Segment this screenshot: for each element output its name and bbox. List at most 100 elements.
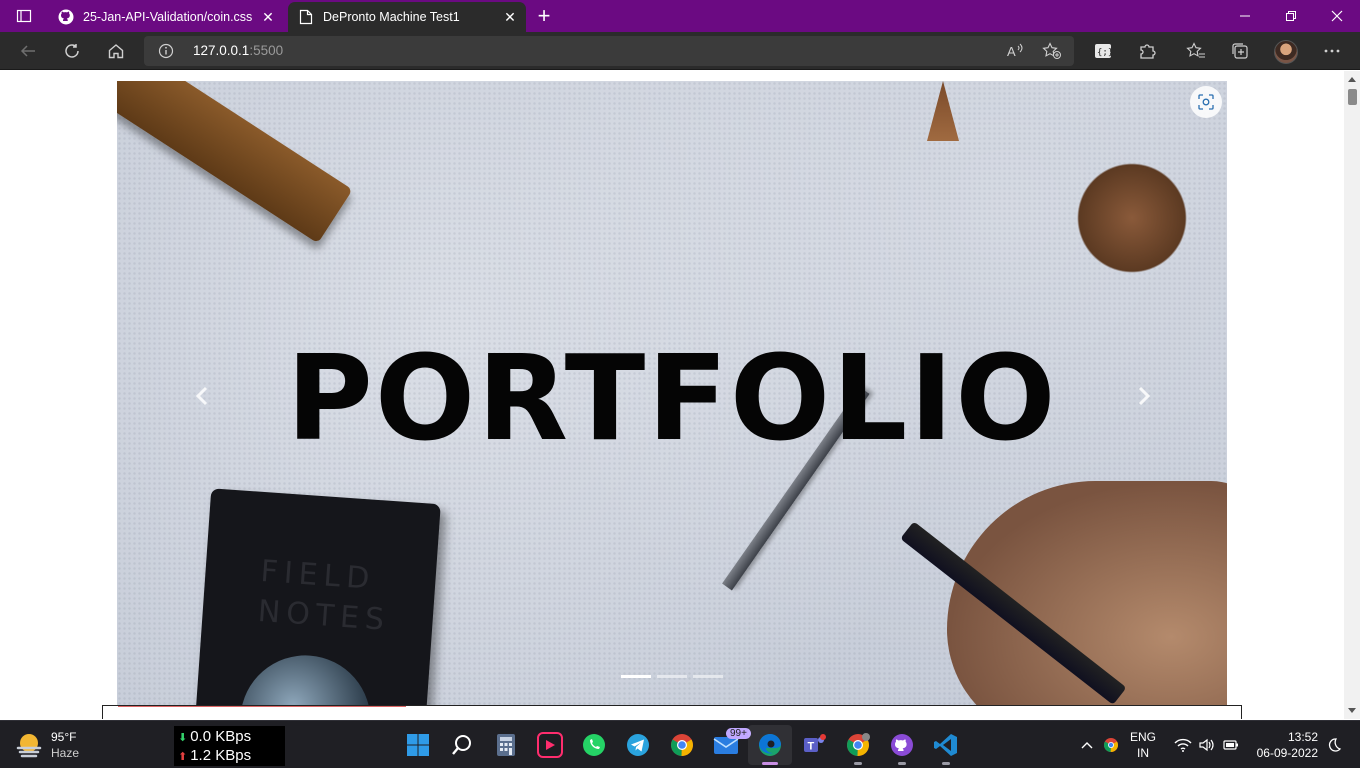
upload-arrow-icon: ⬆ [178, 751, 188, 763]
hero-carousel[interactable]: FIELD NOTES PORTFOLIO [117, 81, 1227, 705]
quick-settings-button[interactable] [1174, 721, 1240, 769]
svg-text:T: T [808, 741, 815, 753]
extensions-button[interactable] [1131, 35, 1163, 67]
telegram-app[interactable] [616, 725, 660, 765]
favorites-button[interactable] [1180, 35, 1212, 67]
scrollbar-thumb[interactable] [1348, 89, 1357, 105]
carousel-next-button[interactable] [1129, 381, 1159, 411]
puzzle-icon [1140, 44, 1156, 59]
carousel-indicators [621, 675, 723, 678]
upload-speed: 1.2 KBps [190, 747, 252, 764]
start-button[interactable] [396, 725, 440, 765]
json-extension-icon: {;} [1095, 44, 1112, 58]
chrome-profile-app[interactable] [836, 725, 880, 765]
svg-text:A: A [1007, 44, 1016, 59]
chrome-icon [671, 734, 693, 757]
settings-menu-button[interactable] [1316, 35, 1348, 67]
media-app[interactable] [528, 725, 572, 765]
teams-icon: T [804, 734, 826, 753]
running-indicator [762, 762, 778, 765]
extension-json-button[interactable]: {;} [1087, 35, 1119, 67]
chevron-up-icon [1081, 742, 1093, 749]
clock-time: 13:52 [1287, 730, 1318, 744]
running-indicator [854, 762, 862, 765]
clock-date: 06-09-2022 [1256, 746, 1318, 760]
windows-start-icon [407, 734, 429, 756]
search-button[interactable] [440, 725, 484, 765]
windows-taskbar: 95°F Haze ⬇ 0.0 KBps ⬆ 1.2 KBps 99+ T EN… [0, 720, 1360, 768]
calculator-app[interactable] [484, 725, 528, 765]
restore-button[interactable] [1268, 0, 1314, 32]
add-favorite-icon[interactable] [1042, 42, 1062, 65]
scroll-down-arrow-icon[interactable] [1348, 708, 1356, 713]
weather-widget[interactable]: 95°F Haze [14, 729, 79, 761]
chevron-left-icon [195, 386, 208, 406]
refresh-button[interactable] [56, 35, 88, 67]
content-section-box [102, 705, 1242, 719]
browser-toolbar: 127.0.0.1:5500 A {;} [0, 32, 1360, 70]
notifications-button[interactable] [1326, 721, 1342, 769]
home-button[interactable] [100, 35, 132, 67]
running-indicator [898, 762, 906, 765]
page-scrollbar[interactable] [1344, 71, 1360, 719]
show-hidden-icons-button[interactable] [1080, 721, 1094, 769]
url-host: 127.0.0.1 [193, 43, 250, 58]
site-info-icon[interactable] [158, 43, 174, 64]
close-tab-icon[interactable]: ✕ [256, 5, 280, 29]
vscode-app[interactable] [924, 725, 968, 765]
collections-button[interactable] [1224, 35, 1256, 67]
chrome-app[interactable] [660, 725, 704, 765]
minimize-icon [1240, 15, 1250, 17]
carousel-indicator-2[interactable] [657, 675, 687, 678]
calculator-icon [497, 734, 515, 756]
home-icon [108, 44, 124, 59]
tab-title: DePronto Machine Test1 [323, 10, 460, 24]
mail-app[interactable]: 99+ [704, 725, 751, 765]
tray-chrome-button[interactable] [1103, 721, 1119, 769]
back-button[interactable] [12, 35, 44, 67]
refresh-icon [65, 44, 79, 58]
volume-icon [1199, 738, 1214, 752]
download-arrow-icon: ⬇ [178, 732, 188, 744]
svg-text:{;}: {;} [1097, 48, 1112, 58]
haze-weather-icon [14, 730, 44, 760]
media-player-icon [537, 732, 563, 758]
url-text: 127.0.0.1:5500 [193, 43, 283, 58]
chrome-icon [847, 733, 870, 757]
carousel-indicator-3[interactable] [693, 675, 723, 678]
edge-app[interactable] [748, 725, 792, 765]
content-card [118, 706, 406, 719]
address-bar[interactable]: 127.0.0.1:5500 A [144, 36, 1074, 66]
whatsapp-app[interactable] [572, 725, 616, 765]
github-desktop-app[interactable] [880, 725, 924, 765]
carousel-indicator-1[interactable] [621, 675, 651, 678]
favorites-icon [1186, 42, 1205, 58]
back-arrow-icon [20, 45, 35, 57]
notebook-image: FIELD NOTES [193, 488, 441, 705]
collections-icon [1232, 43, 1248, 59]
language-indicator[interactable]: ENG IN [1130, 729, 1156, 761]
tab-depronto[interactable]: DePronto Machine Test1 ✕ [288, 2, 526, 32]
new-tab-button[interactable]: + [532, 3, 556, 28]
tab-actions-button[interactable] [8, 4, 40, 28]
read-aloud-icon[interactable]: A [1006, 42, 1024, 65]
teams-app[interactable]: T [792, 725, 836, 765]
tab-actions-icon [16, 9, 32, 23]
visual-search-button[interactable] [1190, 86, 1222, 118]
clock[interactable]: 13:52 06-09-2022 [1257, 729, 1318, 761]
tab-title: 25-Jan-API-Validation/coin.css at [83, 10, 256, 24]
running-indicator [942, 762, 950, 765]
tab-github[interactable]: 25-Jan-API-Validation/coin.css at ✕ [48, 2, 284, 32]
browser-titlebar: 25-Jan-API-Validation/coin.css at ✕ DePr… [0, 0, 1360, 32]
page-viewport: FIELD NOTES PORTFOLIO [0, 71, 1344, 719]
more-options-icon [1324, 49, 1340, 53]
close-window-button[interactable] [1314, 0, 1360, 32]
carousel-prev-button[interactable] [187, 381, 217, 411]
vscode-icon [934, 734, 957, 756]
close-tab-icon[interactable]: ✕ [498, 5, 522, 29]
profile-avatar[interactable] [1274, 40, 1298, 64]
download-speed: 0.0 KBps [190, 728, 252, 745]
language-code: ENG [1130, 730, 1157, 744]
scroll-up-arrow-icon[interactable] [1348, 77, 1356, 82]
minimize-button[interactable] [1222, 0, 1268, 32]
